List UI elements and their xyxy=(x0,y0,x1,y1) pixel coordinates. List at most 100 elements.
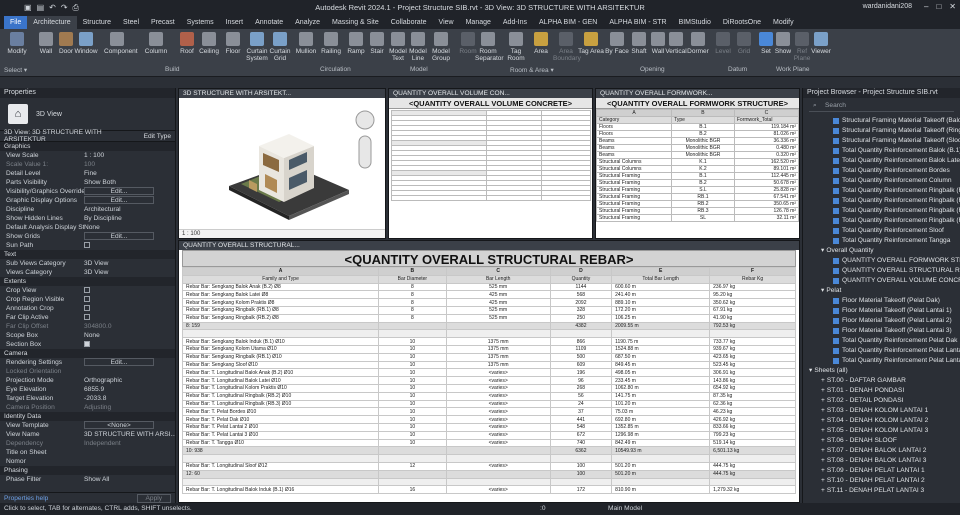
edit-type-button[interactable]: Edit Type xyxy=(144,133,175,140)
view-volume-concrete[interactable]: QUANTITY OVERALL VOLUME CON... <QUANTITY… xyxy=(388,88,593,239)
checkbox[interactable] xyxy=(84,296,90,303)
ribbon-panel-6[interactable]: Datum xyxy=(728,66,747,73)
formwork-row[interactable]: Structural Framing B.1 112.445 m² xyxy=(596,172,799,180)
edit-button[interactable]: <None> xyxy=(84,421,154,429)
property-value[interactable]: By Discipline xyxy=(84,214,175,223)
browser-item[interactable]: Total Quantity Reinforcement Tangga xyxy=(803,236,960,246)
tab-manage[interactable]: Manage xyxy=(460,16,497,29)
checkbox[interactable] xyxy=(84,287,90,294)
ribbon-button-window[interactable]: Window xyxy=(73,32,99,55)
browser-item[interactable]: QUANTITY OVERALL FORMWORK STRUCT xyxy=(803,256,960,266)
formwork-row[interactable]: Structural Framing RB.1 67.541 m² xyxy=(596,193,799,201)
view-selector[interactable]: 3D View: 3D STRUCTURE WITH ARSITEKTUR xyxy=(4,129,144,143)
ribbon-button-model-group[interactable]: Model Group xyxy=(428,32,454,62)
expand-plus-icon[interactable]: + xyxy=(821,476,825,486)
formwork-row[interactable]: Floors B.2 81.026 m² xyxy=(596,130,799,138)
volume-row[interactable] xyxy=(391,195,591,201)
browser-item[interactable]: Floor Material Takeoff (Pelat Lantai 1) xyxy=(803,306,960,316)
model-selector[interactable]: Main Model xyxy=(608,503,642,515)
browser-item[interactable]: ▾ Overall Quantity xyxy=(803,246,960,256)
property-value[interactable] xyxy=(84,241,175,250)
expand-plus-icon[interactable]: + xyxy=(821,376,825,386)
rebar-row[interactable]: Rebar Bar: Sengkang Balok Anak (B.2) Ø8 8… xyxy=(181,282,796,292)
ribbon-button-area-boundary[interactable]: Area Boundary xyxy=(553,32,581,62)
browser-item[interactable]: + ST.11 - DENAH PELAT LANTAI 3 xyxy=(803,486,960,496)
browser-item[interactable]: Total Quantity Reinforcement Ringbalk (R xyxy=(803,186,960,196)
close-icon[interactable]: ✕ xyxy=(949,2,956,11)
tab-alpha-bim-str[interactable]: ALPHA BIM - STR xyxy=(603,16,672,29)
browser-item[interactable]: Total Quantity Reinforcement Pelat Dak xyxy=(803,336,960,346)
section-extents[interactable]: Extents xyxy=(0,277,175,286)
browser-item[interactable]: + ST.03 - DENAH KOLOM LANTAI 1 xyxy=(803,406,960,416)
rebar-row[interactable]: Rebar Bar: T. Longitudinal Ringbalk (RB.… xyxy=(181,391,796,401)
tab-precast[interactable]: Precast xyxy=(145,16,181,29)
browser-item[interactable]: QUANTITY OVERALL STRUCTURAL REBAR xyxy=(803,266,960,276)
tab-dirootsone[interactable]: DiRootsOne xyxy=(717,16,767,29)
rebar-row[interactable]: Rebar Bar: Sengkang Ringbalk (RB.2) Ø8 8 5… xyxy=(181,313,796,323)
browser-item[interactable]: + ST.10 - DENAH PELAT LANTAI 2 xyxy=(803,476,960,486)
ribbon-button-tag-area[interactable]: Tag Area xyxy=(578,32,604,55)
rebar-row[interactable] xyxy=(181,454,796,463)
view-structural-rebar[interactable]: QUANTITY OVERALL STRUCTURAL... <QUANTITY… xyxy=(178,240,800,503)
browser-item[interactable]: Total Quantity Reinforcement Balok Latei xyxy=(803,156,960,166)
property-value[interactable]: Edit... xyxy=(84,232,175,241)
tab-massing-site[interactable]: Massing & Site xyxy=(326,16,385,29)
browser-item[interactable]: + ST.04 - DENAH KOLOM LANTAI 2 xyxy=(803,416,960,426)
property-value[interactable] xyxy=(84,448,175,457)
browser-item[interactable]: Floor Material Takeoff (Pelat Lantai 3) xyxy=(803,326,960,336)
property-value[interactable] xyxy=(84,295,175,304)
ribbon-button-curtain-grid[interactable]: Curtain Grid xyxy=(267,32,293,62)
ribbon-button-area[interactable]: Area xyxy=(528,32,554,55)
property-value[interactable]: Edit... xyxy=(84,358,175,367)
tab-collaborate[interactable]: Collaborate xyxy=(385,16,433,29)
browser-item[interactable]: Floor Material Takeoff (Pelat Dak) xyxy=(803,296,960,306)
expand-plus-icon[interactable]: + xyxy=(821,406,825,416)
browser-item[interactable]: + ST.02 - DETAIL PONDASI xyxy=(803,396,960,406)
edit-button[interactable]: Edit... xyxy=(84,232,154,240)
tab-file[interactable]: File xyxy=(4,16,28,29)
browser-item[interactable]: Total Quantity Reinforcement Pelat Lanta… xyxy=(803,346,960,356)
ribbon-button-dormer[interactable]: Dormer xyxy=(685,32,711,55)
rebar-row[interactable] xyxy=(181,477,796,487)
tab-systems[interactable]: Systems xyxy=(181,16,220,29)
property-value[interactable]: Architectural xyxy=(84,205,175,214)
tab-structure[interactable]: Structure xyxy=(77,16,117,29)
formwork-row[interactable]: Structural Framing RB.2 350.65 m² xyxy=(596,200,799,208)
ribbon-button-floor[interactable]: Floor xyxy=(220,32,246,55)
expand-plus-icon[interactable]: + xyxy=(821,486,825,496)
rebar-row[interactable]: 10: 938 6362 10549.93 m 6,501.13 kg xyxy=(181,446,796,456)
browser-item[interactable]: ▾ Pelat xyxy=(803,286,960,296)
section-text[interactable]: Text xyxy=(0,250,175,259)
expand-plus-icon[interactable]: + xyxy=(821,396,825,406)
ribbon-button-ceiling[interactable]: Ceiling xyxy=(196,32,222,55)
checkbox[interactable] xyxy=(84,305,90,312)
rebar-row[interactable]: Rebar Bar: T. Longitudinal Balok Anak (B… xyxy=(181,368,796,378)
property-value[interactable] xyxy=(84,286,175,295)
rebar-row[interactable]: 12: 60 100 501.20 m 444.75 kg xyxy=(181,469,796,479)
checkbox[interactable] xyxy=(84,341,90,348)
edit-button[interactable]: Edit... xyxy=(84,358,154,366)
collapse-arrow-icon[interactable]: ▾ xyxy=(821,246,824,256)
expand-plus-icon[interactable]: + xyxy=(821,466,825,476)
ribbon-button-modify[interactable]: Modify xyxy=(4,32,30,55)
browser-item[interactable]: + ST.00 - DAFTAR GAMBAR xyxy=(803,376,960,386)
edit-button[interactable]: Edit... xyxy=(84,196,154,204)
ribbon-button-mullion[interactable]: Mullion xyxy=(293,32,319,55)
property-value[interactable]: None xyxy=(84,223,175,232)
rebar-row[interactable]: Rebar Bar: Sengkang Balok Induk (B.1) Ø1… xyxy=(181,337,796,346)
section-identity-data[interactable]: Identity Data xyxy=(0,412,175,421)
ribbon-button-railing[interactable]: Railing xyxy=(318,32,344,55)
checkbox[interactable] xyxy=(84,242,90,249)
properties-help-link[interactable]: Properties help xyxy=(4,495,48,502)
formwork-row[interactable]: Structural Framing B.2 50.678 m² xyxy=(596,179,799,187)
ribbon-button-column[interactable]: Column xyxy=(143,32,169,55)
rebar-row[interactable]: Rebar Bar: T. Longitudinal Kolom Praktis… xyxy=(181,383,796,393)
section-graphics[interactable]: Graphics xyxy=(0,142,175,151)
collapse-arrow-icon[interactable]: ▾ xyxy=(809,366,812,376)
formwork-row[interactable]: Structural Framing SL 32.11 m² xyxy=(596,214,799,222)
view-volume-tab[interactable]: QUANTITY OVERALL VOLUME CON... xyxy=(389,89,592,98)
browser-item[interactable]: Total Quantity Reinforcement Ringbalk (R xyxy=(803,216,960,226)
view-formwork[interactable]: QUANTITY OVERALL FORMWORK... <QUANTITY O… xyxy=(595,88,800,239)
property-value[interactable]: -2033.8 xyxy=(84,394,175,403)
ribbon-panel-4[interactable]: Room & Area ▾ xyxy=(510,66,554,74)
